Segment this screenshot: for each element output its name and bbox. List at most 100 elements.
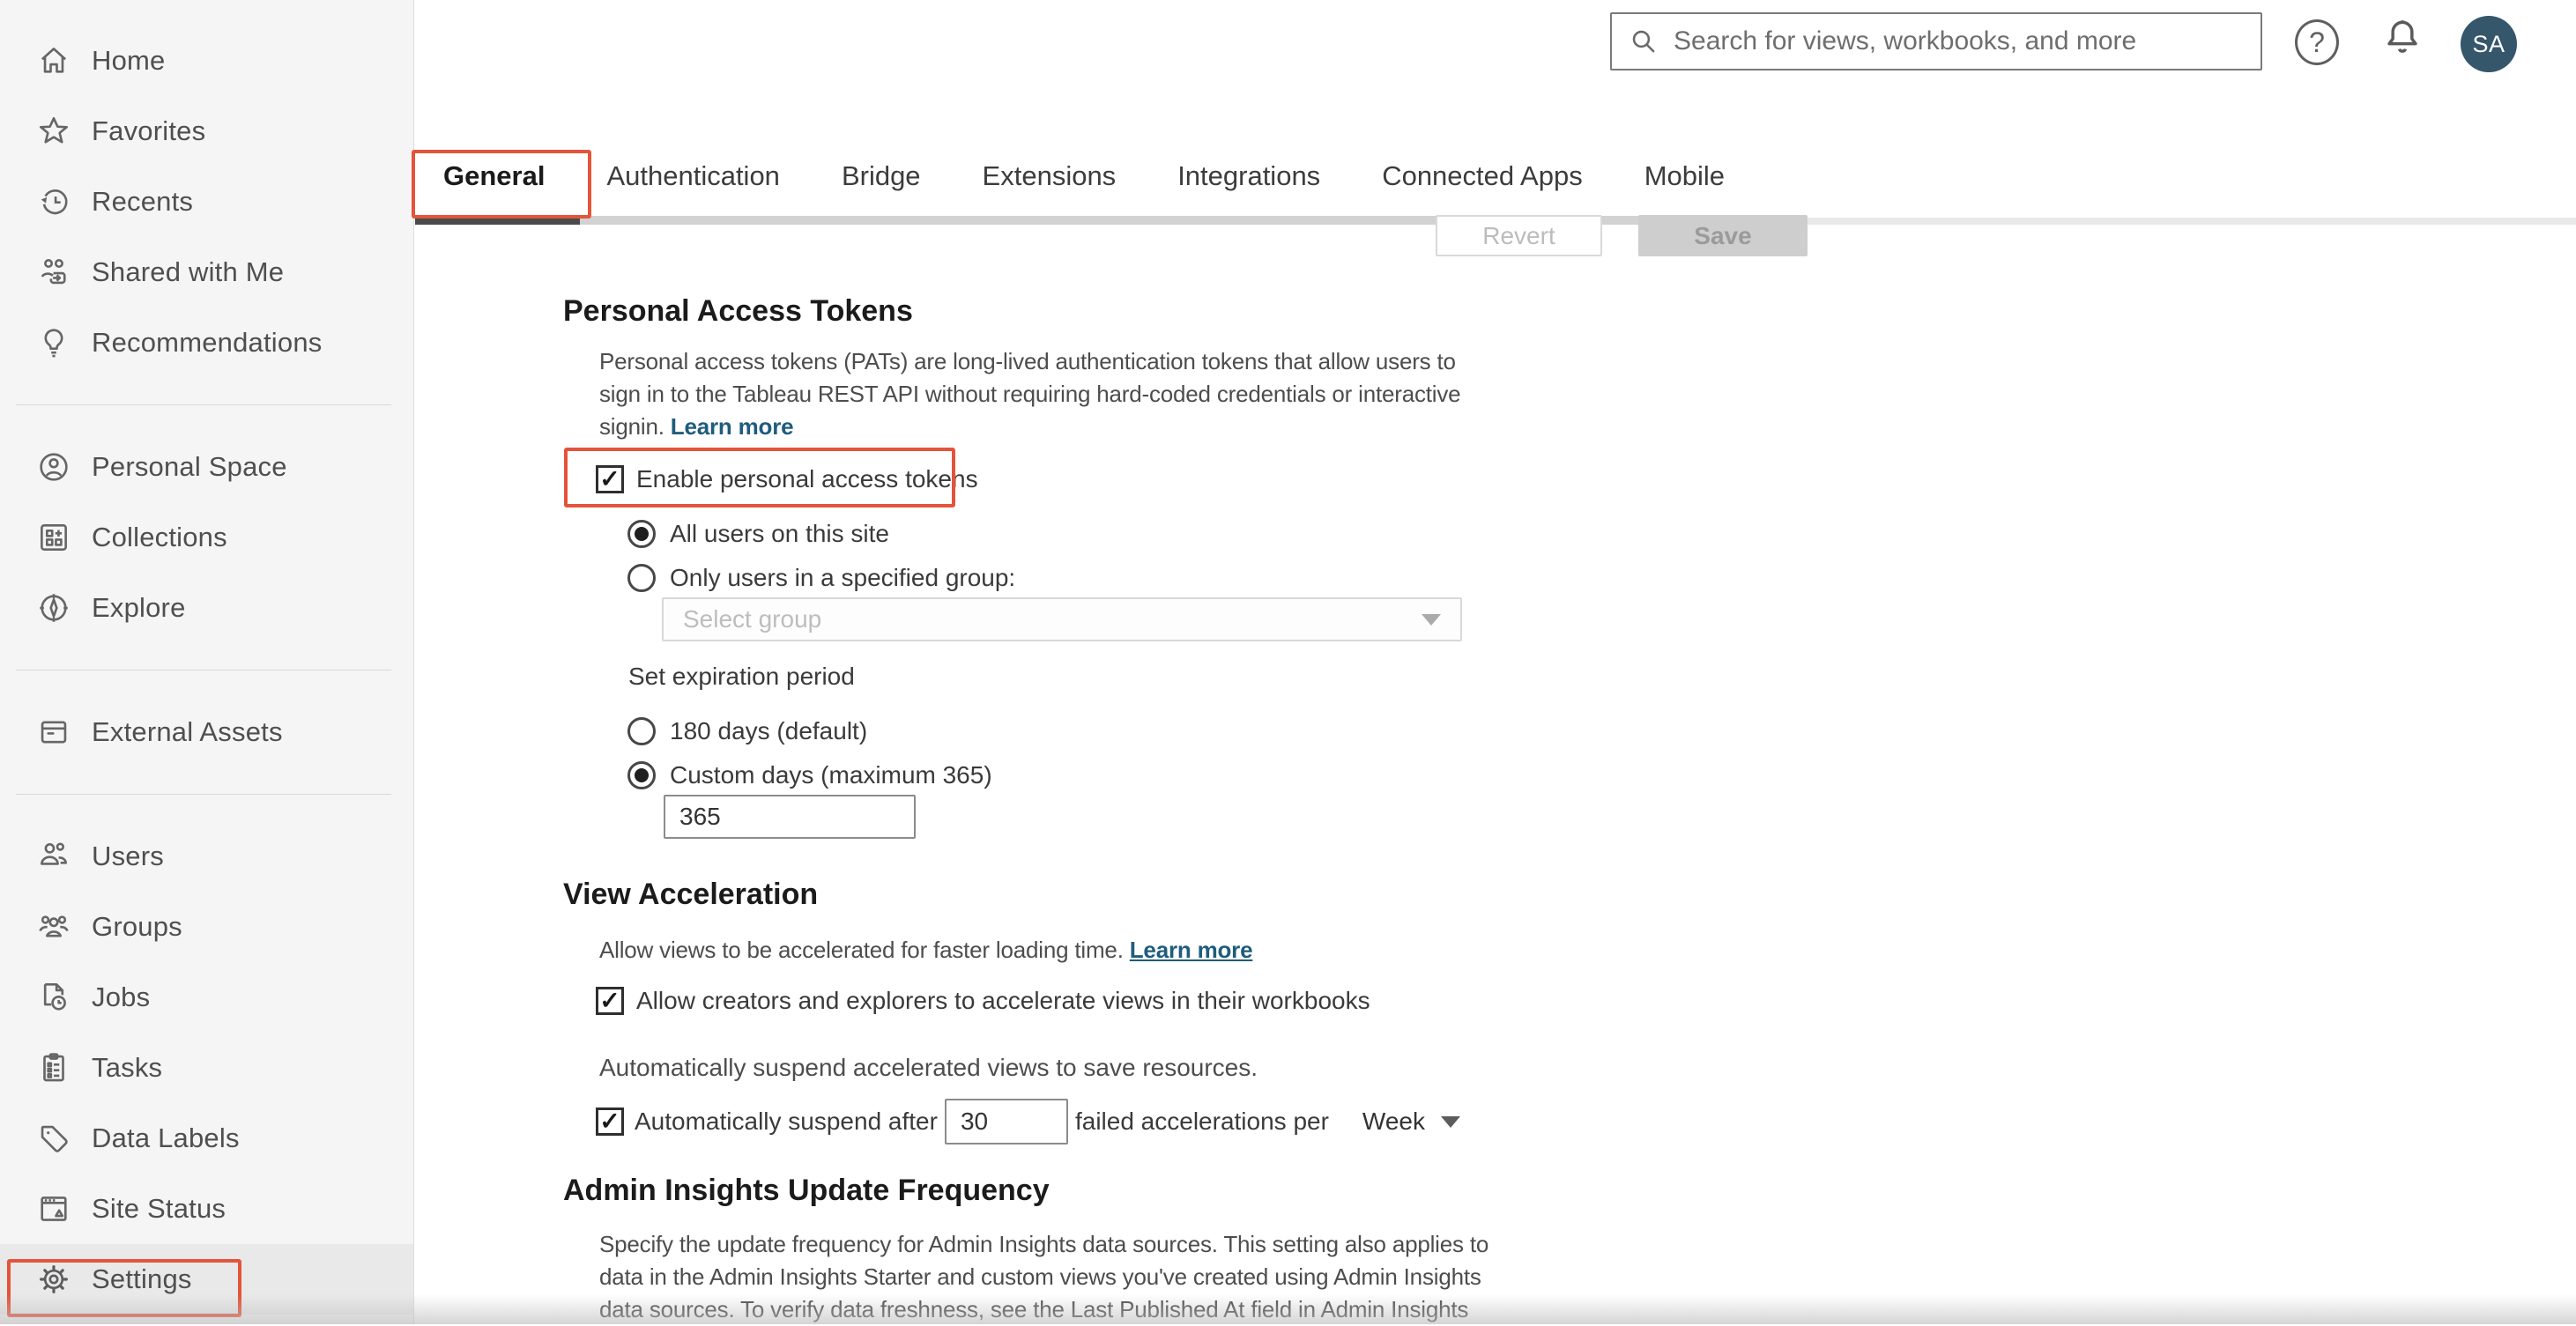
pat-section-title: Personal Access Tokens xyxy=(563,294,913,328)
specified-group-label: Only users in a specified group: xyxy=(670,564,1016,591)
sidebar-divider xyxy=(16,404,391,405)
recents-icon xyxy=(35,183,72,220)
tab-mobile[interactable]: Mobile xyxy=(1644,157,1725,196)
allow-acceleration-checkbox[interactable] xyxy=(596,987,624,1015)
person-circle-icon xyxy=(35,448,72,485)
search-box[interactable] xyxy=(1610,12,2262,70)
sidebar-item-label: Explore xyxy=(92,592,186,623)
allow-acceleration-label: Allow creators and explorers to accelera… xyxy=(636,987,1370,1014)
tab-integrations[interactable]: Integrations xyxy=(1177,157,1320,196)
sidebar-item-personal-space[interactable]: Personal Space xyxy=(0,432,413,502)
sidebar-item-tasks[interactable]: Tasks xyxy=(0,1033,413,1103)
tab-strip-track-end xyxy=(1775,218,2576,225)
notifications-button[interactable] xyxy=(2379,16,2425,67)
sidebar-item-favorites[interactable]: Favorites xyxy=(0,96,413,167)
avatar-initials: SA xyxy=(2472,30,2505,57)
custom-days-input[interactable] xyxy=(664,795,916,839)
sidebar-item-data-labels[interactable]: Data Labels xyxy=(0,1103,413,1174)
sidebar-item-label: Recents xyxy=(92,186,194,217)
tab-extensions[interactable]: Extensions xyxy=(983,157,1117,196)
pat-description: Personal access tokens (PATs) are long-l… xyxy=(599,348,1461,440)
sidebar-item-jobs[interactable]: Jobs xyxy=(0,962,413,1033)
sidebar-item-label: Recommendations xyxy=(92,327,323,358)
auto-suspend-row: Automatically suspend after failed accel… xyxy=(596,1099,1460,1145)
all-users-label: All users on this site xyxy=(670,520,889,547)
sidebar-item-site-status[interactable]: Site Status xyxy=(0,1174,413,1244)
suspend-intro-text: Automatically suspend accelerated views … xyxy=(599,1054,1258,1081)
sidebar-item-shared-with-me[interactable]: Shared with Me xyxy=(0,237,413,307)
enable-pat-checkbox[interactable] xyxy=(596,465,624,493)
search-icon xyxy=(1632,30,1655,53)
expiration-period-label: Set expiration period xyxy=(628,663,855,690)
sidebar-item-label: Collections xyxy=(92,522,227,552)
sidebar-item-users[interactable]: Users xyxy=(0,821,413,892)
tab-bridge[interactable]: Bridge xyxy=(842,157,921,196)
sidebar-item-recommendations[interactable]: Recommendations xyxy=(0,307,413,378)
suspend-suffix-label: failed accelerations per xyxy=(1074,1107,1329,1135)
days-180-radio-row: 180 days (default) xyxy=(627,717,867,745)
auto-suspend-label: Automatically suspend after xyxy=(635,1107,938,1135)
specified-group-radio-row: Only users in a specified group: xyxy=(627,564,1015,592)
days-180-radio[interactable] xyxy=(627,717,656,745)
revert-button[interactable]: Revert xyxy=(1436,215,1602,256)
tab-connected-apps[interactable]: Connected Apps xyxy=(1382,157,1583,196)
sidebar-item-home[interactable]: Home xyxy=(0,26,413,96)
collections-icon xyxy=(35,519,72,556)
va-learn-more-link[interactable]: Learn more xyxy=(1130,937,1253,963)
custom-days-label: Custom days (maximum 365) xyxy=(670,761,992,789)
suspend-count-input[interactable] xyxy=(944,1099,1068,1145)
custom-days-radio[interactable] xyxy=(627,761,656,789)
star-icon xyxy=(35,113,72,150)
save-button[interactable]: Save xyxy=(1638,215,1808,256)
sidebar-item-label: Settings xyxy=(92,1263,192,1294)
custom-days-radio-row: Custom days (maximum 365) xyxy=(627,761,992,789)
specified-group-radio[interactable] xyxy=(627,564,656,592)
sidebar-item-label: Home xyxy=(92,45,166,76)
sidebar-item-label: Groups xyxy=(92,911,182,942)
suspend-period-value: Week xyxy=(1362,1107,1425,1135)
sidebar-item-groups[interactable]: Groups xyxy=(0,892,413,962)
users-icon xyxy=(35,838,72,875)
search-input[interactable] xyxy=(1672,26,2245,57)
sidebar-item-label: Tasks xyxy=(92,1052,163,1083)
sidebar-item-settings[interactable]: Settings xyxy=(0,1244,413,1315)
all-users-radio[interactable] xyxy=(627,520,656,548)
shared-with-me-icon xyxy=(35,254,72,291)
tab-general[interactable]: General xyxy=(443,157,545,196)
browser-warning-icon xyxy=(35,1190,72,1227)
sidebar-item-explore[interactable]: Explore xyxy=(0,573,413,643)
admin-insights-description: Specify the update frequency for Admin I… xyxy=(599,1231,1489,1322)
auto-suspend-checkbox[interactable] xyxy=(596,1107,624,1136)
tag-icon xyxy=(35,1120,72,1157)
help-button[interactable]: ? xyxy=(2295,19,2339,65)
sidebar-item-label: Personal Space xyxy=(92,451,287,482)
group-select[interactable]: Select group xyxy=(662,597,1462,641)
sidebar-item-recents[interactable]: Recents xyxy=(0,167,413,237)
sidebar-item-label: Favorites xyxy=(92,115,206,146)
chevron-down-icon xyxy=(1441,1115,1460,1128)
sidebar-item-label: Data Labels xyxy=(92,1122,240,1153)
compass-icon xyxy=(35,589,72,626)
settings-tabs: General Authentication Bridge Extensions… xyxy=(443,157,1725,196)
home-icon xyxy=(35,42,72,79)
avatar[interactable]: SA xyxy=(2461,16,2517,72)
sidebar-item-label: Users xyxy=(92,841,164,871)
sidebar-item-collections[interactable]: Collections xyxy=(0,502,413,573)
question-mark-icon: ? xyxy=(2309,26,2325,58)
sidebar-item-label: Jobs xyxy=(92,982,151,1012)
sidebar-item-label: External Assets xyxy=(92,716,283,747)
groups-icon xyxy=(35,908,72,945)
bell-icon xyxy=(2387,20,2417,53)
sidebar: Home Favorites Recents Shared with Me Re… xyxy=(0,0,414,1324)
enable-pat-label: Enable personal access tokens xyxy=(636,465,978,493)
days-180-label: 180 days (default) xyxy=(670,717,868,744)
pat-learn-more-link[interactable]: Learn more xyxy=(671,413,794,440)
tab-authentication[interactable]: Authentication xyxy=(606,157,779,196)
all-users-radio-row: All users on this site xyxy=(627,520,889,548)
enable-pat-row: Enable personal access tokens xyxy=(596,465,978,493)
sidebar-item-external-assets[interactable]: External Assets xyxy=(0,697,413,767)
sidebar-item-label: Site Status xyxy=(92,1193,226,1224)
clipboard-icon xyxy=(35,1049,72,1086)
view-acceleration-title: View Acceleration xyxy=(563,878,819,911)
suspend-period-select[interactable]: Week xyxy=(1362,1107,1460,1136)
